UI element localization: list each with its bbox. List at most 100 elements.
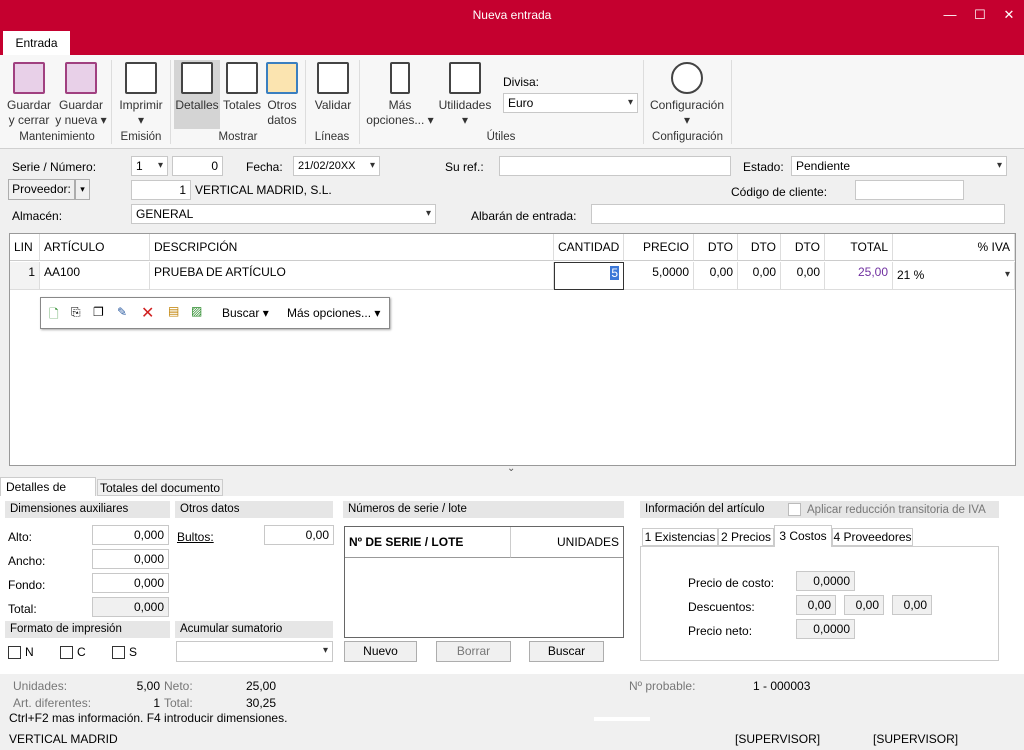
checkbox[interactable] [60,645,73,659]
close-icon[interactable]: ✕ [994,0,1024,30]
bultos-input[interactable]: 0,00 [264,525,334,545]
col-dto3[interactable]: DTO 3 [781,234,825,281]
fondo-input[interactable]: 0,000 [92,573,169,593]
validate-button[interactable]: Validar [311,55,355,113]
tab-existencias[interactable]: 1 Existencias [642,528,718,546]
notes-icon[interactable]: ▤ [168,304,179,318]
tab-proveedores[interactable]: 4 Proveedores [832,528,913,546]
nuevo-button[interactable]: Nuevo [344,641,417,662]
total-dim-value: 0,000 [92,597,169,617]
alto-input[interactable]: 0,000 [92,525,169,545]
other-data-button[interactable]: Otros datos [263,55,301,128]
suref-input[interactable] [499,156,731,176]
cell-precio[interactable]: 5,0000 [624,262,694,290]
buscar-menu[interactable]: Buscar ▾ [222,306,269,320]
divisa-select[interactable]: Euro [503,93,638,113]
cell-articulo[interactable]: AA100 [40,262,150,290]
label: S [129,645,138,659]
tab-detalles-linea[interactable]: Detalles de línea [0,477,96,513]
precio-costo-label: Precio de costo: [688,576,775,590]
splitter-chevron-icon[interactable]: ⌄ [507,463,515,474]
serie-select[interactable]: 1 [131,156,168,176]
col-descripcion[interactable]: DESCRIPCIÓN [150,234,554,261]
label: Utilidades [438,98,492,112]
cell-dto3[interactable]: 0,00 [781,262,825,290]
print-button[interactable]: Imprimir ▾ [116,55,166,128]
cell-iva-select[interactable]: 21 % [893,262,1015,290]
fecha-picker[interactable]: 21/02/20XX [293,156,380,176]
info-title: Información del artículo [645,503,765,515]
group-label: Mostrar [218,131,258,143]
line-toolbar: 🗋 ⎘ ❐ ✎ ✕ ▤ ▨ Buscar ▾ Más opciones... ▾ [40,297,390,329]
col-dto1[interactable]: DTO 1 [694,234,738,281]
user-1: [SUPERVISOR] [735,732,821,746]
copy-line-icon[interactable]: ❐ [93,305,104,319]
group-label: Líneas [314,131,350,143]
unidades-value: 5,00 [136,679,160,693]
tab-costos[interactable]: 3 Costos [774,525,832,547]
more-options-menu[interactable]: Más opciones... ▾ [287,306,380,320]
delete-line-icon[interactable]: ✕ [141,303,154,323]
acumular-title: Acumular sumatorio [175,621,333,638]
descuento1-value: 0,00 [796,595,836,615]
save-close-button[interactable]: Guardar y cerrar [5,55,53,128]
maximize-icon[interactable]: ☐ [965,0,995,30]
formato-c[interactable]: C [60,645,86,659]
cell-dto1[interactable]: 0,00 [694,262,738,290]
ancho-input[interactable]: 0,000 [92,549,169,569]
tab-precios[interactable]: 2 Precios [718,528,774,546]
save-icon [13,62,45,94]
tab-totales-documento[interactable]: Totales del documento [97,479,223,496]
cell-total: 25,00 [825,262,893,290]
edit-line-icon[interactable]: ✎ [117,305,127,319]
image-icon[interactable]: ▨ [191,304,202,318]
checkbox[interactable] [8,645,21,659]
proveedor-button[interactable]: Proveedor: [8,179,75,200]
checkbox[interactable] [112,645,125,659]
col-unidades[interactable]: UNIDADES [511,527,623,558]
more-options-label: Más opciones... [287,306,372,320]
col-cantidad[interactable]: CANTIDAD [554,234,624,261]
cell-cantidad-input[interactable]: 5 [554,262,624,290]
acumular-select[interactable] [176,641,333,662]
precio-neto-value: 0,0000 [796,619,855,639]
proveedor-dropdown[interactable]: ▾ [75,179,90,200]
albaran-label: Albarán de entrada: [471,209,577,223]
formato-s[interactable]: S [112,645,137,659]
cell-descripcion[interactable]: PRUEBA DE ARTÍCULO [150,262,554,290]
group-label: Configuración [652,131,723,143]
iva-reduction-checkbox[interactable]: Aplicar reducción transitoria de IVA [788,503,986,516]
art-label: Art. diferentes: [13,696,92,710]
configuration-button[interactable]: Configuración ▾ [648,55,726,128]
proveedor-code-input[interactable]: 1 [131,180,191,200]
minimize-icon[interactable]: — [935,0,965,30]
save-new-button[interactable]: Guardar y nueva ▾ [55,55,107,128]
almacen-select[interactable]: GENERAL [131,204,436,224]
col-articulo[interactable]: ARTÍCULO [40,234,150,261]
insert-line-icon[interactable]: ⎘ [71,305,81,320]
label: Otros [267,98,297,112]
col-dto2[interactable]: DTO 2 [738,234,781,281]
albaran-input[interactable] [591,204,1005,224]
new-line-icon[interactable]: 🗋 [49,305,59,326]
estado-select[interactable]: Pendiente [791,156,1007,176]
col-lin[interactable]: LIN [10,234,40,261]
details-button[interactable]: Detalles [174,60,220,129]
totals-button[interactable]: Totales [222,55,262,113]
codcliente-input[interactable] [855,180,964,200]
serie-lote-title: Números de serie / lote [343,501,624,518]
cell-dto2[interactable]: 0,00 [738,262,781,290]
borrar-button[interactable]: Borrar [436,641,511,662]
col-precio[interactable]: PRECIO [624,234,694,261]
col-serie-lote[interactable]: Nº DE SERIE / LOTE [345,527,511,558]
numero-input[interactable]: 0 [172,156,223,176]
tab-entrada[interactable]: Entrada [3,31,70,56]
save-new-icon [65,62,97,94]
utilities-button[interactable]: Utilidades ▾ [436,55,494,128]
col-total[interactable]: TOTAL [825,234,893,261]
formato-n[interactable]: N [8,645,34,659]
more-options-button[interactable]: Más opciones... ▾ [362,55,438,128]
checkbox[interactable] [788,503,801,516]
buscar-button[interactable]: Buscar [529,641,604,662]
col-iva[interactable]: % IVA [893,234,1015,261]
